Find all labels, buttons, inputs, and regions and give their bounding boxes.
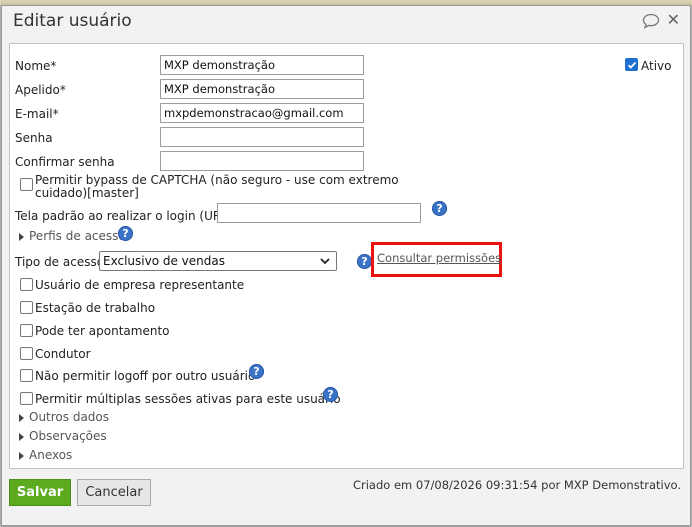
captcha-bypass-label-line1: Permitir bypass de CAPTCHA (não seguro -… — [35, 173, 399, 187]
nao-permitir-logoff-checkbox[interactable] — [20, 369, 33, 382]
anexos-section[interactable]: Anexos — [29, 448, 72, 462]
perfis-expand-icon[interactable] — [19, 233, 24, 241]
nome-label: Nome* — [15, 59, 57, 73]
confirmar-senha-input[interactable] — [160, 151, 364, 171]
sessoes-help-icon[interactable]: ? — [323, 387, 338, 402]
condutor-checkbox[interactable] — [20, 347, 33, 360]
condutor-label: Condutor — [35, 347, 91, 361]
outros-dados-section[interactable]: Outros dados — [29, 410, 109, 424]
ativo-checkbox[interactable] — [625, 58, 638, 71]
dialog-title: Editar usuário — [13, 11, 132, 31]
close-icon[interactable]: ✕ — [667, 10, 680, 30]
senha-label: Senha — [15, 131, 53, 145]
dialog-titlebar: Editar usuário ✕ — [2, 6, 690, 37]
email-label: E-mail* — [15, 107, 59, 121]
nao-permitir-logoff-label: Não permitir logoff por outro usuário — [35, 369, 256, 383]
tipo-acesso-selected: Exclusivo de vendas — [103, 254, 225, 268]
tipo-acesso-label: Tipo de acesso — [15, 255, 105, 269]
perfis-acesso-section[interactable]: Perfis de acesso — [29, 229, 126, 243]
tela-padrao-input[interactable] — [217, 203, 421, 223]
user-form-panel: Nome* Apelido* E-mail* Senha Confirmar s… — [9, 43, 684, 469]
captcha-bypass-checkbox[interactable] — [20, 178, 33, 191]
edit-user-dialog: Editar usuário ✕ Nome* Apelido* E-mail* … — [1, 5, 691, 526]
apontamento-checkbox[interactable] — [20, 324, 33, 337]
nome-input[interactable] — [160, 55, 364, 75]
chevron-down-icon — [320, 258, 330, 265]
consultar-permissoes-link[interactable]: Consultar permissões — [377, 251, 501, 265]
empresa-representante-checkbox[interactable] — [20, 278, 33, 291]
apontamento-label: Pode ter apontamento — [35, 324, 170, 338]
cancel-button[interactable]: Cancelar — [77, 479, 151, 506]
senha-input[interactable] — [160, 127, 364, 147]
created-info: Criado em 07/08/2026 09:31:54 por MXP De… — [352, 478, 681, 492]
estacao-trabalho-checkbox[interactable] — [20, 301, 33, 314]
tela-padrao-help-icon[interactable]: ? — [432, 201, 447, 216]
multiplas-sessoes-checkbox[interactable] — [20, 392, 33, 405]
email-input[interactable] — [160, 103, 364, 123]
check-icon — [627, 61, 637, 69]
ativo-label: Ativo — [641, 59, 672, 73]
confirmar-senha-label: Confirmar senha — [15, 155, 115, 169]
save-button[interactable]: Salvar — [9, 479, 71, 506]
tela-padrao-label: Tela padrão ao realizar o login (URL) — [15, 209, 233, 223]
logoff-help-icon[interactable]: ? — [249, 364, 264, 379]
tipo-acesso-select[interactable]: Exclusivo de vendas — [99, 251, 337, 271]
estacao-trabalho-label: Estação de trabalho — [35, 301, 156, 315]
perfis-help-icon[interactable]: ? — [118, 226, 133, 241]
empresa-representante-label: Usuário de empresa representante — [35, 278, 245, 292]
apelido-label: Apelido* — [15, 83, 66, 97]
multiplas-sessoes-label: Permitir múltiplas sessões ativas para e… — [35, 392, 341, 406]
chat-bubble-icon[interactable] — [642, 13, 660, 29]
tipo-acesso-help-icon[interactable]: ? — [357, 254, 372, 269]
anexos-expand-icon[interactable] — [19, 452, 24, 460]
observacoes-section[interactable]: Observações — [29, 429, 107, 443]
outros-dados-expand-icon[interactable] — [19, 414, 24, 422]
captcha-bypass-label-line2: cuidado)[master] — [35, 186, 139, 200]
observacoes-expand-icon[interactable] — [19, 433, 24, 441]
apelido-input[interactable] — [160, 79, 364, 99]
